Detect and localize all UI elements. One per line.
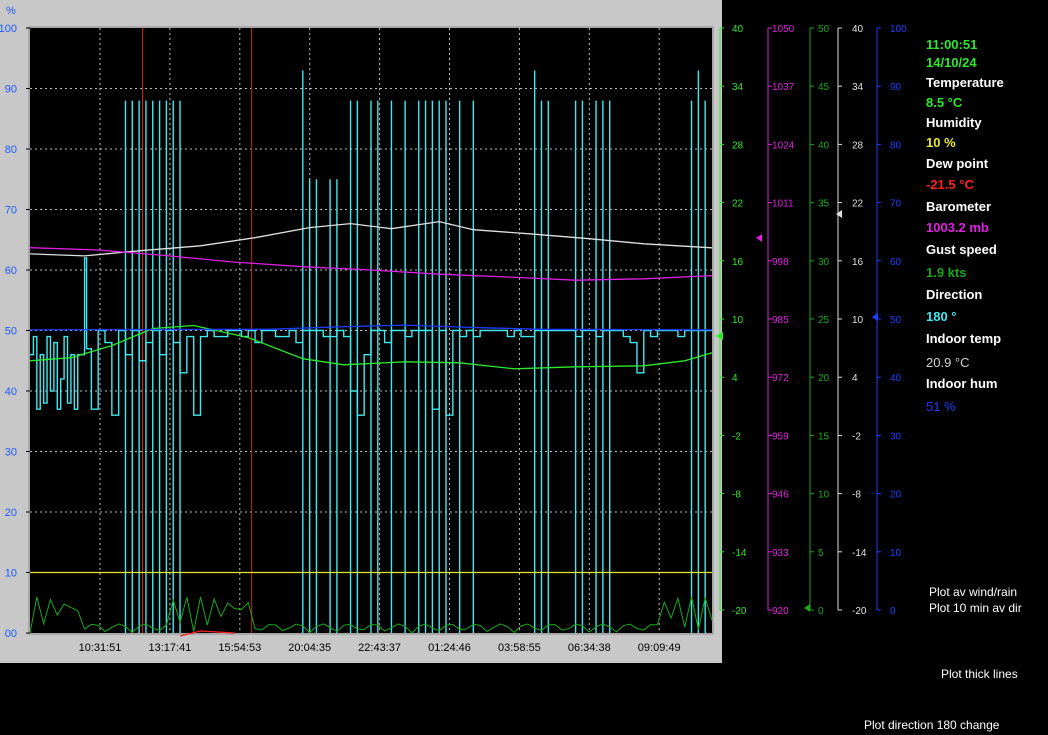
option-plot-av-wind[interactable]: Plot av wind/rain bbox=[929, 585, 1017, 599]
right-tick-label: 0 bbox=[890, 606, 896, 617]
right-tick-label: 4 bbox=[732, 373, 738, 384]
right-tick-label: -14 bbox=[732, 548, 747, 559]
right-tick-label: -8 bbox=[732, 490, 741, 501]
right-tick-label: 34 bbox=[732, 82, 744, 93]
right-tick-label: 34 bbox=[852, 82, 864, 93]
right-tick-label: 80 bbox=[890, 140, 902, 151]
readout-indoor-hum-label: Indoor hum bbox=[926, 376, 998, 391]
right-tick-label: 22 bbox=[852, 199, 864, 210]
hum-arrow bbox=[872, 313, 878, 321]
right-tick-label: 10 bbox=[732, 315, 744, 326]
right-tick-label: 30 bbox=[890, 431, 902, 442]
right-tick-label: 40 bbox=[852, 24, 864, 35]
right-tick-label: 920 bbox=[772, 606, 789, 617]
right-tick-label: 959 bbox=[772, 431, 789, 442]
right-tick-label: 50 bbox=[818, 24, 830, 35]
right-tick-label: 22 bbox=[732, 199, 744, 210]
right-tick-label: 5 bbox=[818, 548, 824, 559]
readout-gust-label: Gust speed bbox=[926, 242, 997, 257]
right-tick-label: 28 bbox=[852, 140, 864, 151]
right-tick-label: 0 bbox=[818, 606, 824, 617]
right-tick-label: 40 bbox=[818, 140, 830, 151]
right-tick-label: 1024 bbox=[772, 140, 795, 151]
baro-arrow bbox=[756, 234, 762, 242]
option-plot-10min-dir[interactable]: Plot 10 min av dir bbox=[929, 601, 1022, 615]
readout-indoor-hum-value: 51 % bbox=[926, 399, 956, 414]
readout-indoor-temp-value: 20.9 °C bbox=[926, 355, 970, 370]
right-tick-label: 1011 bbox=[772, 199, 794, 210]
readout-direction-label: Direction bbox=[926, 287, 983, 302]
readout-gust-value: 1.9 kts bbox=[926, 265, 967, 280]
readout-barometer-value: 1003.2 mb bbox=[926, 220, 989, 235]
right-tick-label: 10 bbox=[818, 490, 830, 501]
right-tick-label: 90 bbox=[890, 82, 902, 93]
indoor-arrow bbox=[836, 210, 842, 218]
right-tick-label: 4 bbox=[852, 373, 858, 384]
option-plot-direction[interactable]: Plot direction 180 change bbox=[864, 718, 999, 732]
right-tick-label: 25 bbox=[818, 315, 830, 326]
right-tick-label: 30 bbox=[818, 257, 830, 268]
right-tick-label: -20 bbox=[852, 606, 867, 617]
right-tick-label: 10 bbox=[852, 315, 864, 326]
right-tick-label: 16 bbox=[732, 257, 744, 268]
right-tick-label: 10 bbox=[890, 548, 902, 559]
right-tick-label: 20 bbox=[818, 373, 830, 384]
right-tick-label: -14 bbox=[852, 548, 867, 559]
right-axes: 4034282216104-2-8-14-2010501037102410119… bbox=[715, 24, 907, 617]
readout-dewpoint-value: -21.5 °C bbox=[926, 177, 974, 192]
right-tick-label: 16 bbox=[852, 257, 864, 268]
readout-humidity-value: 10 % bbox=[926, 135, 956, 150]
right-tick-label: 100 bbox=[890, 24, 907, 35]
right-tick-label: -2 bbox=[852, 431, 861, 442]
readout-temperature-value: 8.5 °C bbox=[926, 95, 963, 110]
readout-time: 11:00:51 bbox=[926, 37, 978, 52]
gust-arrow bbox=[804, 604, 810, 612]
right-tick-label: 40 bbox=[732, 24, 744, 35]
right-tick-label: 933 bbox=[772, 548, 789, 559]
readout-barometer-label: Barometer bbox=[926, 199, 992, 214]
readout-direction-value: 180 ° bbox=[926, 309, 957, 324]
right-tick-label: 60 bbox=[890, 257, 902, 268]
right-tick-label: 15 bbox=[818, 431, 830, 442]
right-tick-label: 972 bbox=[772, 373, 789, 384]
right-tick-label: 40 bbox=[890, 373, 902, 384]
right-tick-label: 70 bbox=[890, 199, 902, 210]
right-tick-label: -20 bbox=[732, 606, 747, 617]
readout-indoor-temp-label: Indoor temp bbox=[926, 331, 1002, 346]
right-tick-label: 1037 bbox=[772, 82, 795, 93]
readout-date: 14/10/24 bbox=[926, 55, 977, 70]
temp-arrow bbox=[715, 332, 723, 340]
right-tick-label: 35 bbox=[818, 199, 830, 210]
right-tick-label: 28 bbox=[732, 140, 744, 151]
right-tick-label: -2 bbox=[732, 431, 741, 442]
right-tick-label: -8 bbox=[852, 490, 861, 501]
right-tick-label: 20 bbox=[890, 490, 902, 501]
right-tick-label: 946 bbox=[772, 490, 789, 501]
readout-dewpoint-label: Dew point bbox=[926, 156, 989, 171]
right-tick-label: 998 bbox=[772, 257, 789, 268]
readout-humidity-label: Humidity bbox=[926, 115, 982, 130]
right-tick-label: 1050 bbox=[772, 24, 795, 35]
readout-temperature-label: Temperature bbox=[926, 75, 1004, 90]
right-tick-label: 45 bbox=[818, 82, 830, 93]
right-tick-label: 50 bbox=[890, 315, 902, 326]
option-plot-thick-lines[interactable]: Plot thick lines bbox=[941, 667, 1018, 681]
right-tick-label: 985 bbox=[772, 315, 789, 326]
